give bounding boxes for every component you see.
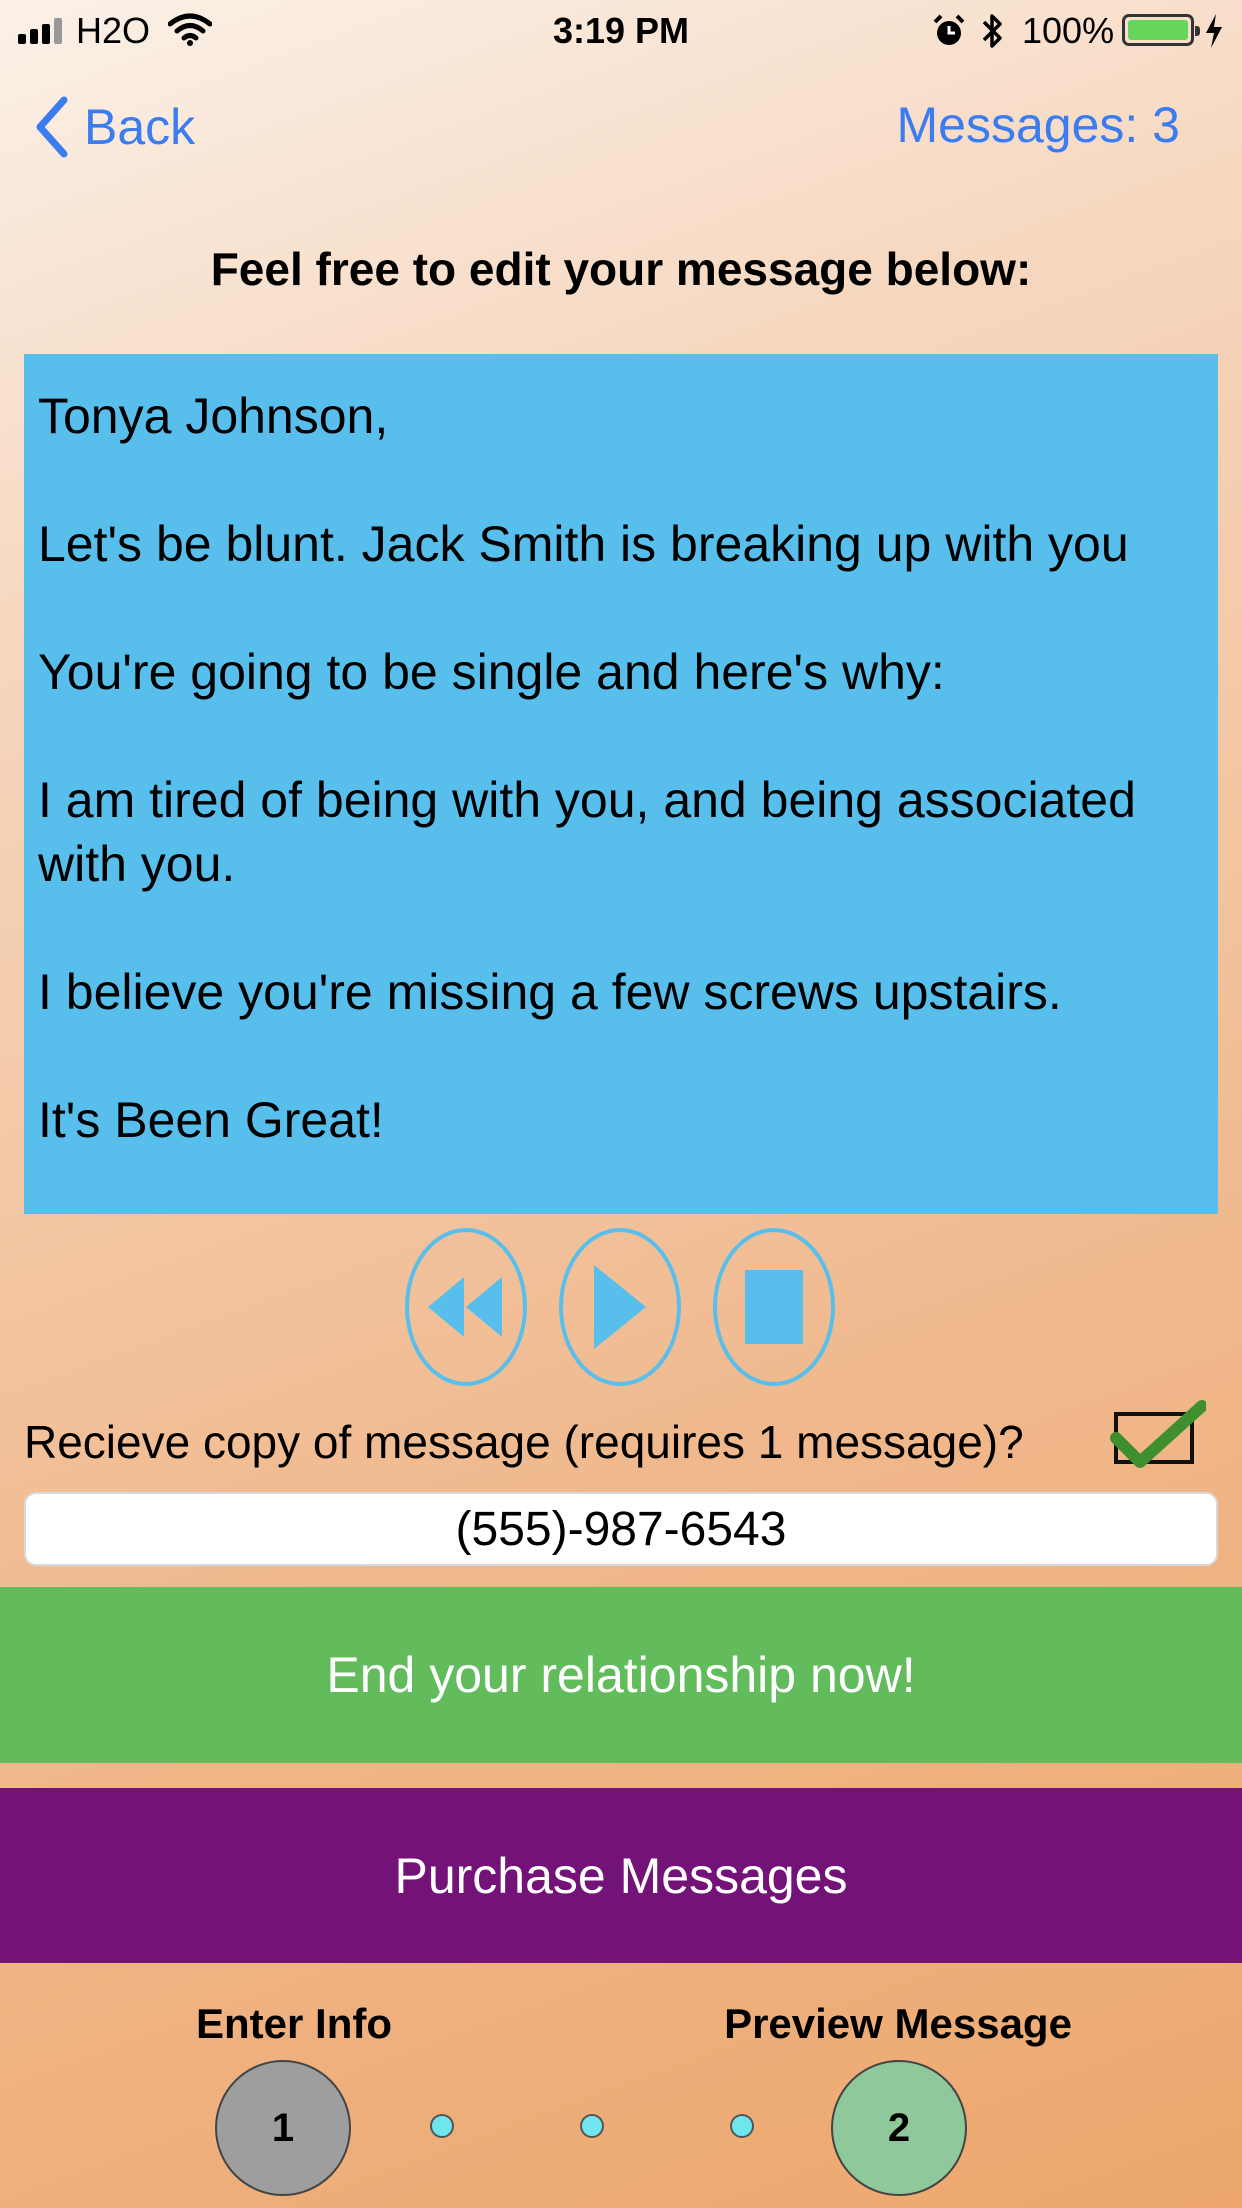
receive-copy-label: Recieve copy of message (requires 1 mess… bbox=[24, 1416, 1024, 1468]
rewind-icon bbox=[428, 1277, 502, 1337]
page-heading: Feel free to edit your message below: bbox=[210, 243, 1032, 295]
charging-icon bbox=[1206, 14, 1222, 48]
stop-icon bbox=[745, 1270, 803, 1344]
alarm-icon bbox=[933, 14, 965, 45]
rewind-button[interactable] bbox=[405, 1228, 527, 1386]
step-1-circle[interactable]: 1 bbox=[215, 2060, 351, 2196]
checkmark-icon bbox=[1110, 1400, 1206, 1468]
back-label: Back bbox=[84, 99, 196, 155]
chevron-left-icon bbox=[36, 96, 68, 158]
phone-number-input[interactable] bbox=[24, 1492, 1218, 1566]
step-2-circle[interactable]: 2 bbox=[831, 2060, 967, 2196]
battery-percent: 100% bbox=[1022, 10, 1115, 51]
progress-dot bbox=[730, 2114, 754, 2138]
message-editor[interactable]: Tonya Johnson, Let's be blunt. Jack Smit… bbox=[24, 354, 1218, 1214]
step-2-label: Preview Message bbox=[724, 2000, 1072, 2047]
end-relationship-button[interactable]: End your relationship now! bbox=[0, 1587, 1242, 1763]
purchase-messages-button[interactable]: Purchase Messages bbox=[0, 1788, 1242, 1963]
end-relationship-label: End your relationship now! bbox=[326, 1647, 916, 1703]
play-button[interactable] bbox=[559, 1228, 681, 1386]
play-icon bbox=[594, 1265, 646, 1349]
bluetooth-icon bbox=[982, 14, 1002, 48]
purchase-messages-label: Purchase Messages bbox=[394, 1847, 848, 1904]
messages-count-button[interactable]: Messages: 3 bbox=[897, 96, 1180, 154]
progress-dot bbox=[430, 2114, 454, 2138]
step-1-label: Enter Info bbox=[196, 2000, 392, 2047]
progress-dot bbox=[580, 2114, 604, 2138]
battery-icon bbox=[1122, 14, 1200, 46]
stop-button[interactable] bbox=[713, 1228, 835, 1386]
status-bar: H2O 3:19 PM 100% bbox=[0, 0, 1242, 62]
back-button[interactable]: Back bbox=[34, 92, 195, 162]
